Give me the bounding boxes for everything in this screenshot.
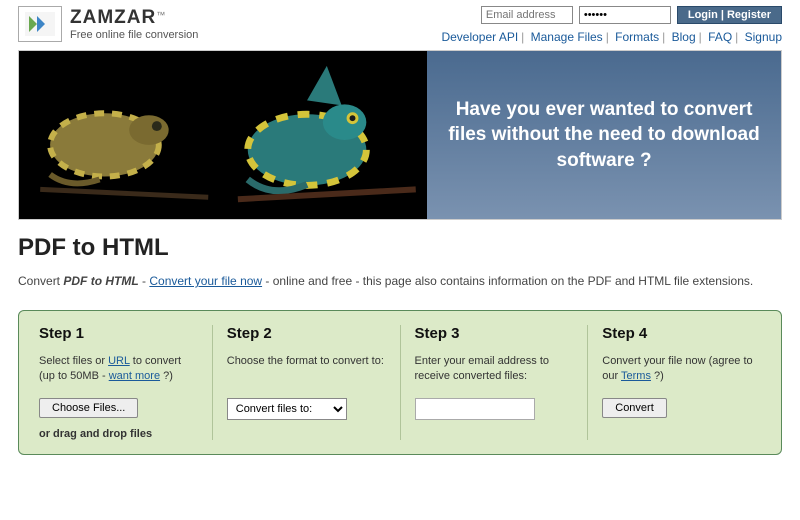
want-more-link[interactable]: want more [109,370,160,382]
brand-name: ZAMZAR [70,7,156,28]
trademark: ™ [156,10,165,20]
brand-tagline: Free online file conversion [70,29,198,41]
step3-heading: Step 3 [415,325,574,342]
hero-message: Have you ever wanted to convert files wi… [447,97,761,174]
step-4: Step 4 Convert your file now (agree to o… [588,325,775,440]
title-block: PDF to HTML Convert PDF to HTML - Conver… [0,220,800,296]
drag-drop-hint: or drag and drop files [39,428,198,440]
header-right: Login | Register Developer API| Manage F… [441,6,782,44]
page-title: PDF to HTML [18,234,782,262]
step-1: Step 1 Select files or URL to convert (u… [25,325,213,440]
step2-text: Choose the format to convert to: [227,354,386,386]
terms-link[interactable]: Terms [621,370,651,382]
sub-em: PDF to HTML [63,274,138,288]
nav-formats[interactable]: Formats [615,30,659,44]
sub-prefix: Convert [18,274,63,288]
nav-manage-files[interactable]: Manage Files [531,30,603,44]
nav-developer-api[interactable]: Developer API [441,30,518,44]
step3-text: Enter your email address to receive conv… [415,354,574,386]
login-row: Login | Register [481,6,782,24]
logo-block: ZAMZAR™ Free online file conversion [18,6,198,42]
step2-heading: Step 2 [227,325,386,342]
header: ZAMZAR™ Free online file conversion Logi… [0,0,800,44]
password-field[interactable] [579,6,671,24]
hero-banner: Have you ever wanted to convert files wi… [18,50,782,220]
login-register-button[interactable]: Login | Register [677,6,782,24]
nav-blog[interactable]: Blog [672,30,696,44]
email-input[interactable] [415,398,535,420]
convert-now-link[interactable]: Convert your file now [149,274,262,288]
step1-text: Select files or URL to convert (up to 50… [39,354,198,386]
steps-panel: Step 1 Select files or URL to convert (u… [18,310,782,455]
nav-faq[interactable]: FAQ [708,30,732,44]
convert-button[interactable]: Convert [602,398,667,418]
step1-heading: Step 1 [39,325,198,342]
hero-image [19,51,427,219]
step4-heading: Step 4 [602,325,761,342]
format-select[interactable]: Convert files to: [227,398,347,420]
subtitle: Convert PDF to HTML - Convert your file … [18,274,782,288]
step4-text: Convert your file now (agree to our Term… [602,354,761,386]
logo-icon [18,6,62,42]
choose-files-button[interactable]: Choose Files... [39,398,138,418]
nav-signup[interactable]: Signup [745,30,782,44]
nav-row: Developer API| Manage Files| Formats| Bl… [441,30,782,44]
url-link[interactable]: URL [108,355,130,367]
hero-text-panel: Have you ever wanted to convert files wi… [427,51,781,219]
sub-rest: - online and free - this page also conta… [262,274,753,288]
email-field[interactable] [481,6,573,24]
sub-dash: - [139,274,150,288]
step-3: Step 3 Enter your email address to recei… [401,325,589,440]
step-2: Step 2 Choose the format to convert to: … [213,325,401,440]
